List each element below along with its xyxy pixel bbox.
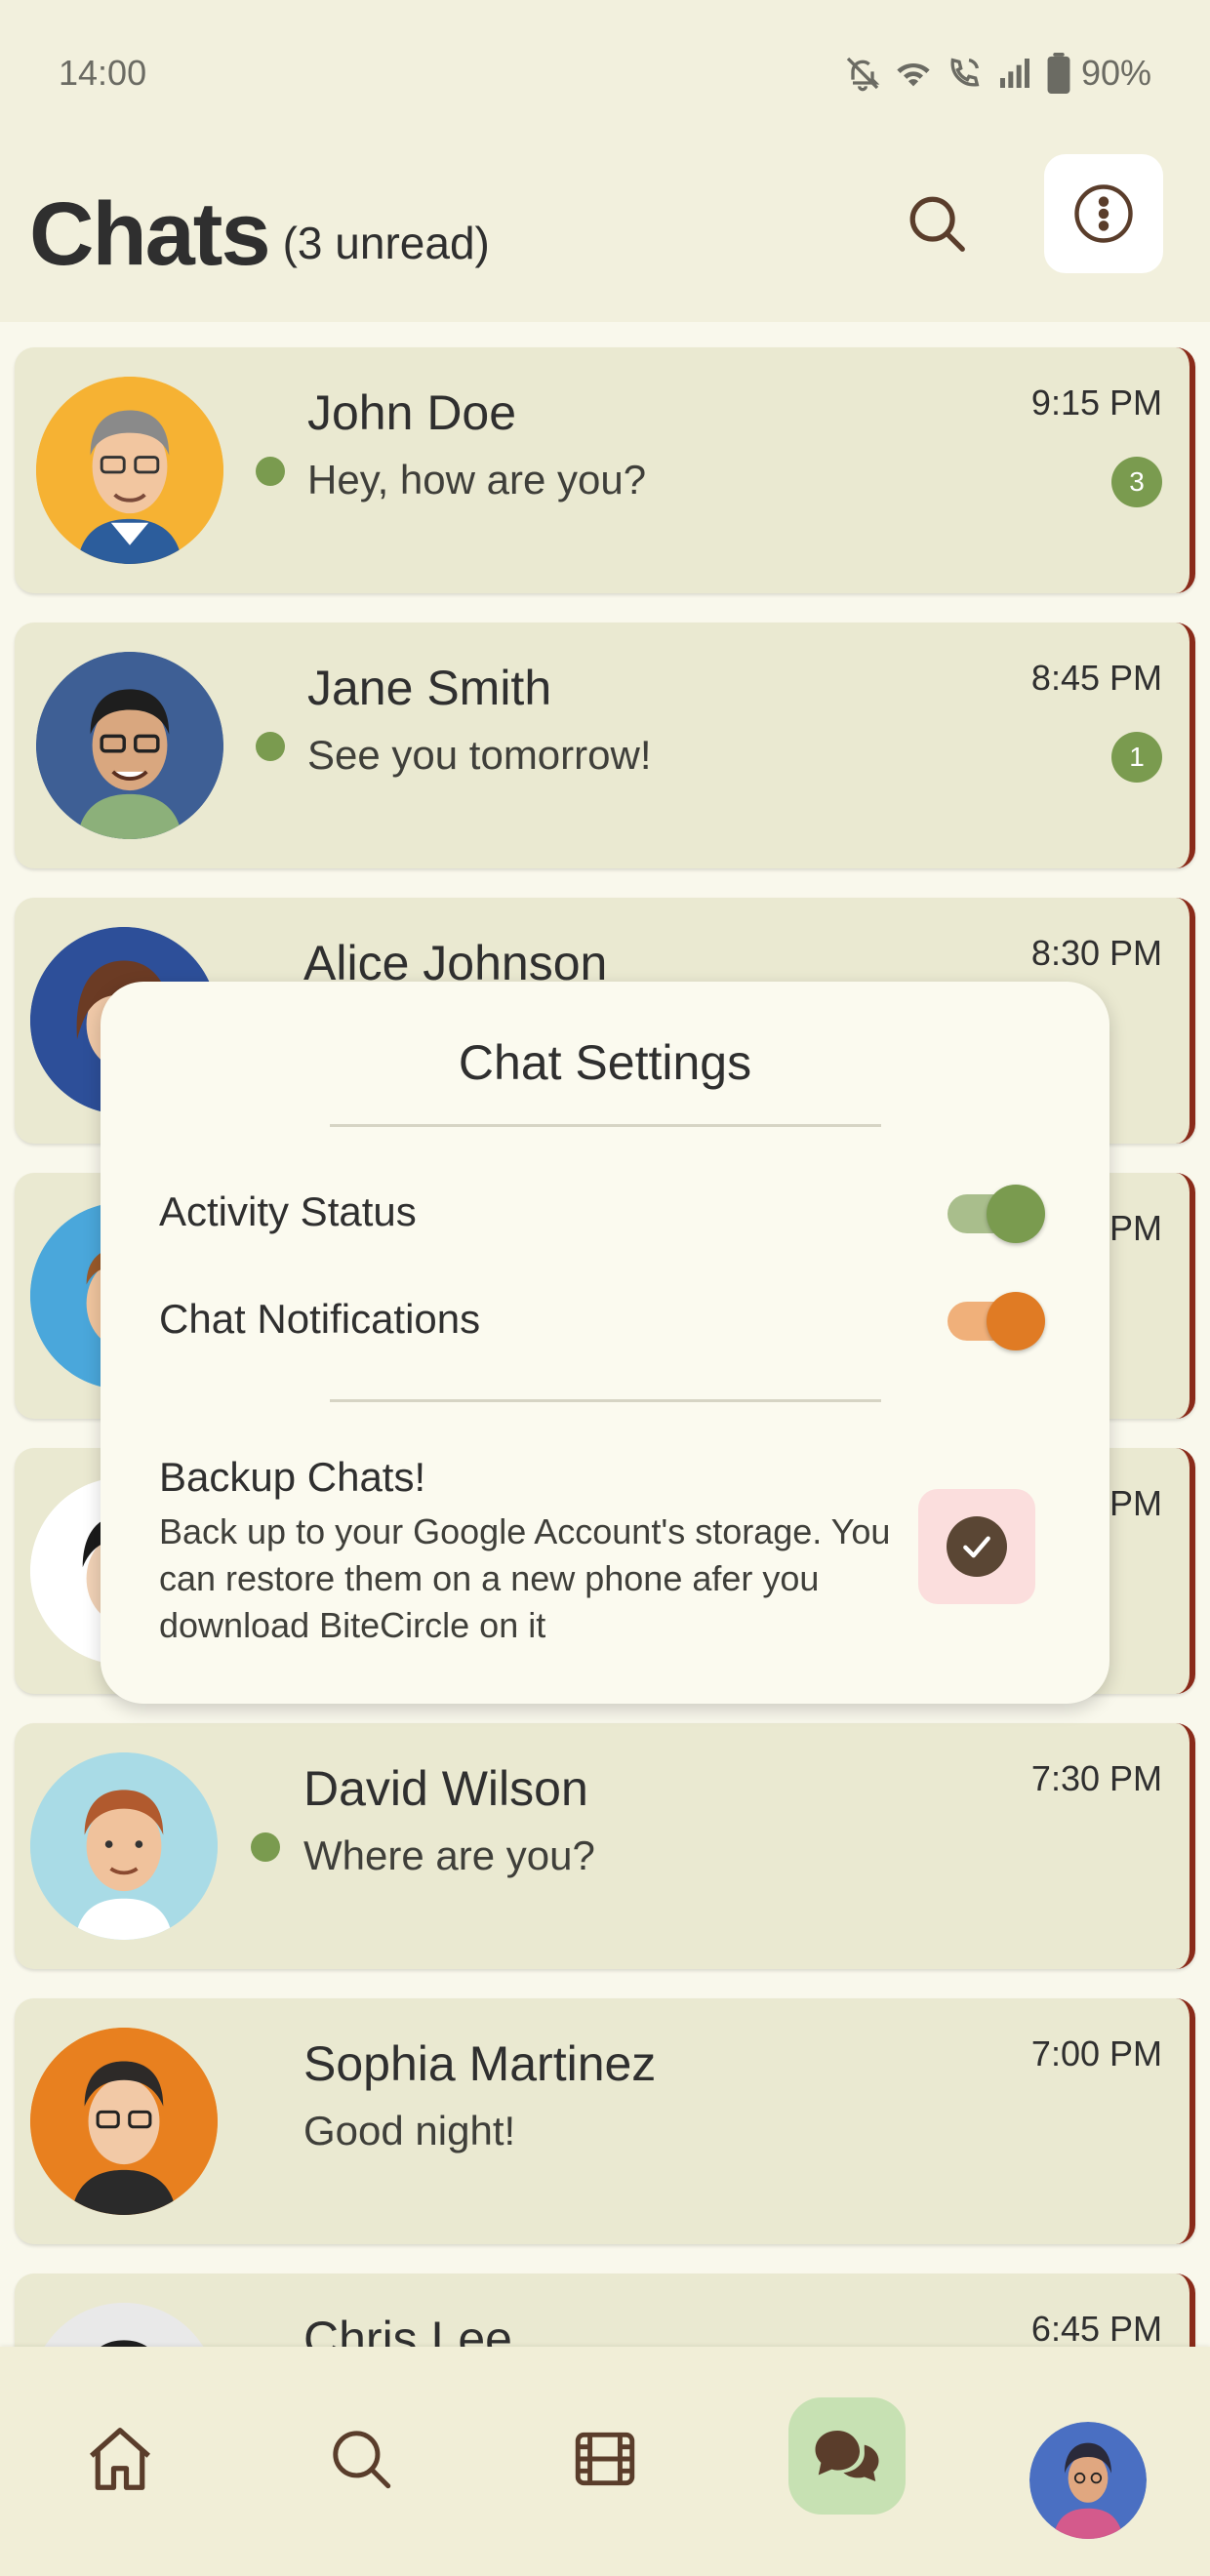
activity-status-label: Activity Status [159, 1188, 417, 1234]
chat-last-message: Where are you? [303, 1832, 595, 1878]
chat-last-message: Good night! [303, 2108, 516, 2153]
search-icon [909, 196, 965, 252]
backup-checkbox[interactable] [918, 1489, 1035, 1604]
avatar [30, 2028, 218, 2215]
chat-name: David Wilson [303, 1761, 588, 1816]
online-indicator [251, 1832, 280, 1862]
unread-badge: 3 [1111, 457, 1162, 507]
avatar [30, 1752, 218, 1940]
chat-last-message: Hey, how are you? [307, 457, 647, 503]
app-header: Chats (3 unread) [0, 146, 1210, 322]
bottom-nav [0, 2347, 1210, 2576]
unread-count: (3 unread) [282, 218, 490, 268]
battery-icon [1046, 53, 1071, 94]
home-icon [90, 2428, 150, 2490]
page-title: Chats [29, 183, 271, 284]
film-icon [575, 2432, 635, 2486]
wifi-call-icon [945, 54, 984, 93]
chat-name: Jane Smith [307, 661, 552, 715]
avatar [36, 652, 223, 839]
chat-last-message: See you tomorrow! [307, 732, 652, 778]
wifi-icon [892, 54, 935, 93]
chat-time: 7:00 PM [1030, 2033, 1162, 2073]
search-icon [333, 2431, 391, 2489]
status-bar: 14:00 90% [0, 0, 1210, 146]
chat-name: Sophia Martinez [303, 2036, 657, 2091]
activity-status-toggle[interactable] [948, 1185, 1045, 1243]
battery-percent: 90% [1080, 53, 1151, 93]
toggle-knob [987, 1292, 1045, 1350]
nav-profile-avatar[interactable] [1029, 2422, 1147, 2539]
online-indicator [256, 732, 285, 761]
avatar [36, 377, 223, 564]
toggle-knob [987, 1185, 1045, 1243]
chat-notifications-label: Chat Notifications [159, 1296, 481, 1342]
chat-time: 7:30 PM [1030, 1758, 1162, 1798]
backup-description: Back up to your Google Account's storage… [159, 1511, 891, 1645]
chat-notifications-toggle[interactable] [948, 1292, 1045, 1350]
chat-time: PM [1109, 1483, 1162, 1523]
chat-item-sophia-martinez[interactable]: Sophia Martinez Good night! 7:00 PM [15, 1998, 1195, 2244]
signal-icon [993, 54, 1036, 93]
chat-item-david-wilson[interactable]: David Wilson Where are you? 7:30 PM [15, 1723, 1195, 1969]
more-options-button[interactable] [1044, 154, 1163, 273]
chat-time: 8:30 PM [1030, 933, 1162, 973]
chat-time: 6:45 PM [1030, 2309, 1162, 2347]
avatar [30, 2303, 218, 2347]
chat-item-john-doe[interactable]: John Doe Hey, how are you? 9:15 PM 3 [15, 347, 1195, 593]
backup-title: Backup Chats! [159, 1454, 426, 1500]
search-button[interactable] [893, 180, 981, 267]
chat-time: PM [1109, 1208, 1162, 1248]
chat-item-jane-smith[interactable]: Jane Smith See you tomorrow! 8:45 PM 1 [15, 623, 1195, 868]
chat-name: Chris Lee [303, 2312, 512, 2347]
divider [330, 1124, 881, 1127]
online-indicator [256, 457, 285, 486]
nav-search[interactable] [302, 2400, 420, 2517]
chat-item-chris-lee[interactable]: Chris Lee 6:45 PM [15, 2274, 1195, 2347]
status-icons: 90% [843, 53, 1151, 94]
nav-chats[interactable] [788, 2397, 906, 2515]
nav-videos[interactable] [546, 2400, 664, 2517]
check-icon [963, 1536, 990, 1558]
divider [330, 1399, 881, 1402]
chat-time: 8:45 PM [1030, 658, 1162, 698]
more-vertical-icon [1074, 184, 1133, 243]
status-time: 14:00 [59, 53, 147, 93]
bell-off-icon [843, 54, 882, 93]
dialog-title: Chat Settings [458, 1035, 752, 1090]
chat-time: 9:15 PM [1030, 382, 1162, 423]
chat-icon [815, 2431, 879, 2481]
check-circle [947, 1516, 1007, 1577]
chat-name: John Doe [307, 385, 517, 440]
nav-home[interactable] [61, 2400, 179, 2517]
chat-settings-dialog: Chat Settings Activity Status Chat Notif… [101, 982, 1109, 1704]
unread-badge: 1 [1111, 732, 1162, 783]
